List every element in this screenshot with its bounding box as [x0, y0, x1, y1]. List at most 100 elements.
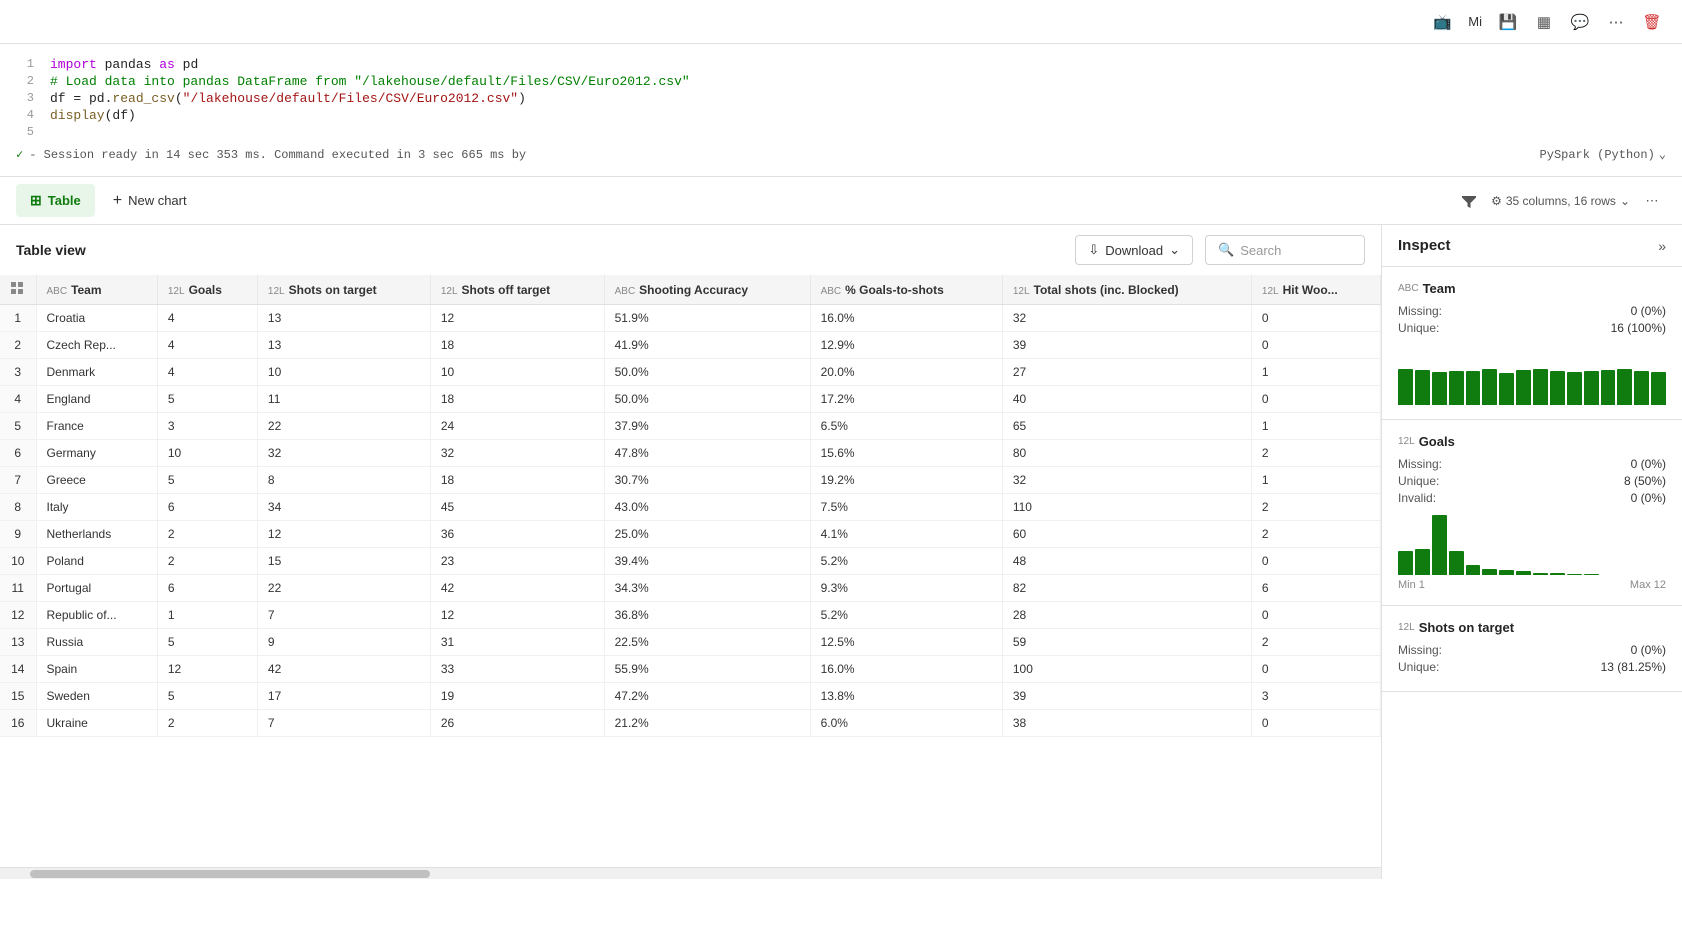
bar — [1466, 371, 1481, 405]
shots-off-cell: 23 — [430, 548, 604, 575]
hit-woo-cell: 0 — [1251, 548, 1380, 575]
shots-off-cell: 12 — [430, 305, 604, 332]
gear-icon: ⚙ — [1491, 194, 1502, 208]
bar — [1499, 373, 1514, 405]
filter-icon[interactable] — [1455, 187, 1483, 215]
bar — [1584, 574, 1599, 575]
bar — [1617, 369, 1632, 405]
col-total-shots: 12LTotal shots (inc. Blocked) — [1002, 275, 1251, 305]
goals-cell: 1 — [157, 602, 257, 629]
goals-cell: 3 — [157, 413, 257, 440]
total-shots-cell: 110 — [1002, 494, 1251, 521]
inspect-card-team: ABC Team Missing: 0 (0%) Unique: 16 (100… — [1382, 267, 1682, 420]
goals-unique-row: Unique: 8 (50%) — [1398, 474, 1666, 488]
bar — [1398, 369, 1413, 405]
horizontal-scrollbar[interactable] — [0, 867, 1381, 879]
team-cell: England — [36, 386, 157, 413]
inspect-body[interactable]: ABC Team Missing: 0 (0%) Unique: 16 (100… — [1382, 267, 1682, 879]
table-row: 13 Russia 5 9 31 22.5% 12.5% 59 2 — [0, 629, 1381, 656]
accuracy-cell: 37.9% — [604, 413, 810, 440]
shots-on-cell: 32 — [257, 440, 430, 467]
shots-on-cell: 9 — [257, 629, 430, 656]
download-button[interactable]: ⇩ Download ⌄ — [1075, 235, 1193, 265]
bar — [1567, 574, 1582, 575]
goals-to-shots-cell: 12.5% — [810, 629, 1002, 656]
accuracy-cell: 39.4% — [604, 548, 810, 575]
table-row: 1 Croatia 4 13 12 51.9% 16.0% 32 0 — [0, 305, 1381, 332]
more-icon[interactable]: ⋯ — [1602, 8, 1630, 36]
shots-off-cell: 36 — [430, 521, 604, 548]
inspect-card-shots: 12L Shots on target Missing: 0 (0%) Uniq… — [1382, 606, 1682, 692]
shots-unique-row: Unique: 13 (81.25%) — [1398, 660, 1666, 674]
data-table-wrapper[interactable]: ABCTeam 12LGoals 12LShots on target 12LS… — [0, 275, 1381, 867]
monitor-icon[interactable]: 💾 — [1494, 8, 1522, 36]
delete-icon[interactable]: 🗑 — [1638, 8, 1666, 36]
row-num-cell: 1 — [0, 305, 36, 332]
hit-woo-cell: 6 — [1251, 575, 1380, 602]
bar — [1398, 551, 1413, 575]
shots-on-cell: 22 — [257, 413, 430, 440]
goals-bar-chart — [1398, 515, 1666, 575]
team-cell: Poland — [36, 548, 157, 575]
shots-off-cell: 19 — [430, 683, 604, 710]
shots-on-cell: 10 — [257, 359, 430, 386]
table-tab[interactable]: ⊞ Table — [16, 184, 95, 217]
hit-woo-cell: 0 — [1251, 305, 1380, 332]
accuracy-cell: 21.2% — [604, 710, 810, 737]
row-num-cell: 5 — [0, 413, 36, 440]
new-chart-button[interactable]: + New chart — [99, 184, 201, 218]
goals-to-shots-cell: 5.2% — [810, 602, 1002, 629]
chevron-down-icon: ⌄ — [1169, 242, 1180, 258]
pyspark-label[interactable]: PySpark (Python) ⌄ — [1540, 147, 1666, 162]
bar — [1584, 371, 1599, 405]
present-icon[interactable]: 📺 — [1428, 8, 1456, 36]
goals-to-shots-cell: 5.2% — [810, 548, 1002, 575]
inspect-collapse-button[interactable]: » — [1658, 238, 1666, 254]
code-line-4: 4 display(df) — [0, 107, 1682, 124]
code-line-2: 2 # Load data into pandas DataFrame from… — [0, 73, 1682, 90]
goals-cell: 2 — [157, 548, 257, 575]
accuracy-cell: 43.0% — [604, 494, 810, 521]
copy-icon[interactable]: ▦ — [1530, 8, 1558, 36]
scrollbar-thumb — [30, 870, 430, 878]
goals-to-shots-cell: 6.5% — [810, 413, 1002, 440]
status-bar: ✓ - Session ready in 14 sec 353 ms. Comm… — [0, 141, 1682, 168]
total-shots-cell: 40 — [1002, 386, 1251, 413]
shots-off-cell: 45 — [430, 494, 604, 521]
comment-icon[interactable]: 💬 — [1566, 8, 1594, 36]
columns-info[interactable]: ⚙ 35 columns, 16 rows ⌄ — [1491, 194, 1630, 208]
team-cell: Portugal — [36, 575, 157, 602]
bar — [1651, 372, 1666, 405]
goals-cell: 4 — [157, 359, 257, 386]
shots-off-cell: 32 — [430, 440, 604, 467]
team-cell: France — [36, 413, 157, 440]
search-icon: 🔍 — [1218, 242, 1234, 258]
bar — [1482, 369, 1497, 405]
accuracy-cell: 25.0% — [604, 521, 810, 548]
team-cell: Spain — [36, 656, 157, 683]
table-view-title: Table view — [16, 242, 1063, 258]
accuracy-cell: 50.0% — [604, 359, 810, 386]
shots-on-cell: 12 — [257, 521, 430, 548]
data-table: ABCTeam 12LGoals 12LShots on target 12LS… — [0, 275, 1381, 737]
more-options-button[interactable]: ⋯ — [1638, 187, 1666, 215]
table-row: 8 Italy 6 34 45 43.0% 7.5% 110 2 — [0, 494, 1381, 521]
columns-count: 35 columns, 16 rows — [1506, 194, 1616, 208]
row-num-cell: 16 — [0, 710, 36, 737]
inspect-panel: Inspect » ABC Team Missing: 0 (0%) Uniqu… — [1382, 225, 1682, 879]
shots-on-cell: 7 — [257, 710, 430, 737]
goals-to-shots-cell: 16.0% — [810, 656, 1002, 683]
shots-on-cell: 17 — [257, 683, 430, 710]
chevron-down-icon: ⌄ — [1620, 194, 1630, 208]
shots-on-cell: 22 — [257, 575, 430, 602]
total-shots-cell: 38 — [1002, 710, 1251, 737]
row-num-cell: 11 — [0, 575, 36, 602]
hit-woo-cell: 0 — [1251, 602, 1380, 629]
goals-cell: 10 — [157, 440, 257, 467]
new-chart-label: New chart — [128, 193, 187, 208]
row-num-cell: 3 — [0, 359, 36, 386]
bar — [1533, 369, 1548, 405]
bar — [1432, 372, 1447, 405]
search-box[interactable]: 🔍 Search — [1205, 235, 1365, 265]
accuracy-cell: 55.9% — [604, 656, 810, 683]
